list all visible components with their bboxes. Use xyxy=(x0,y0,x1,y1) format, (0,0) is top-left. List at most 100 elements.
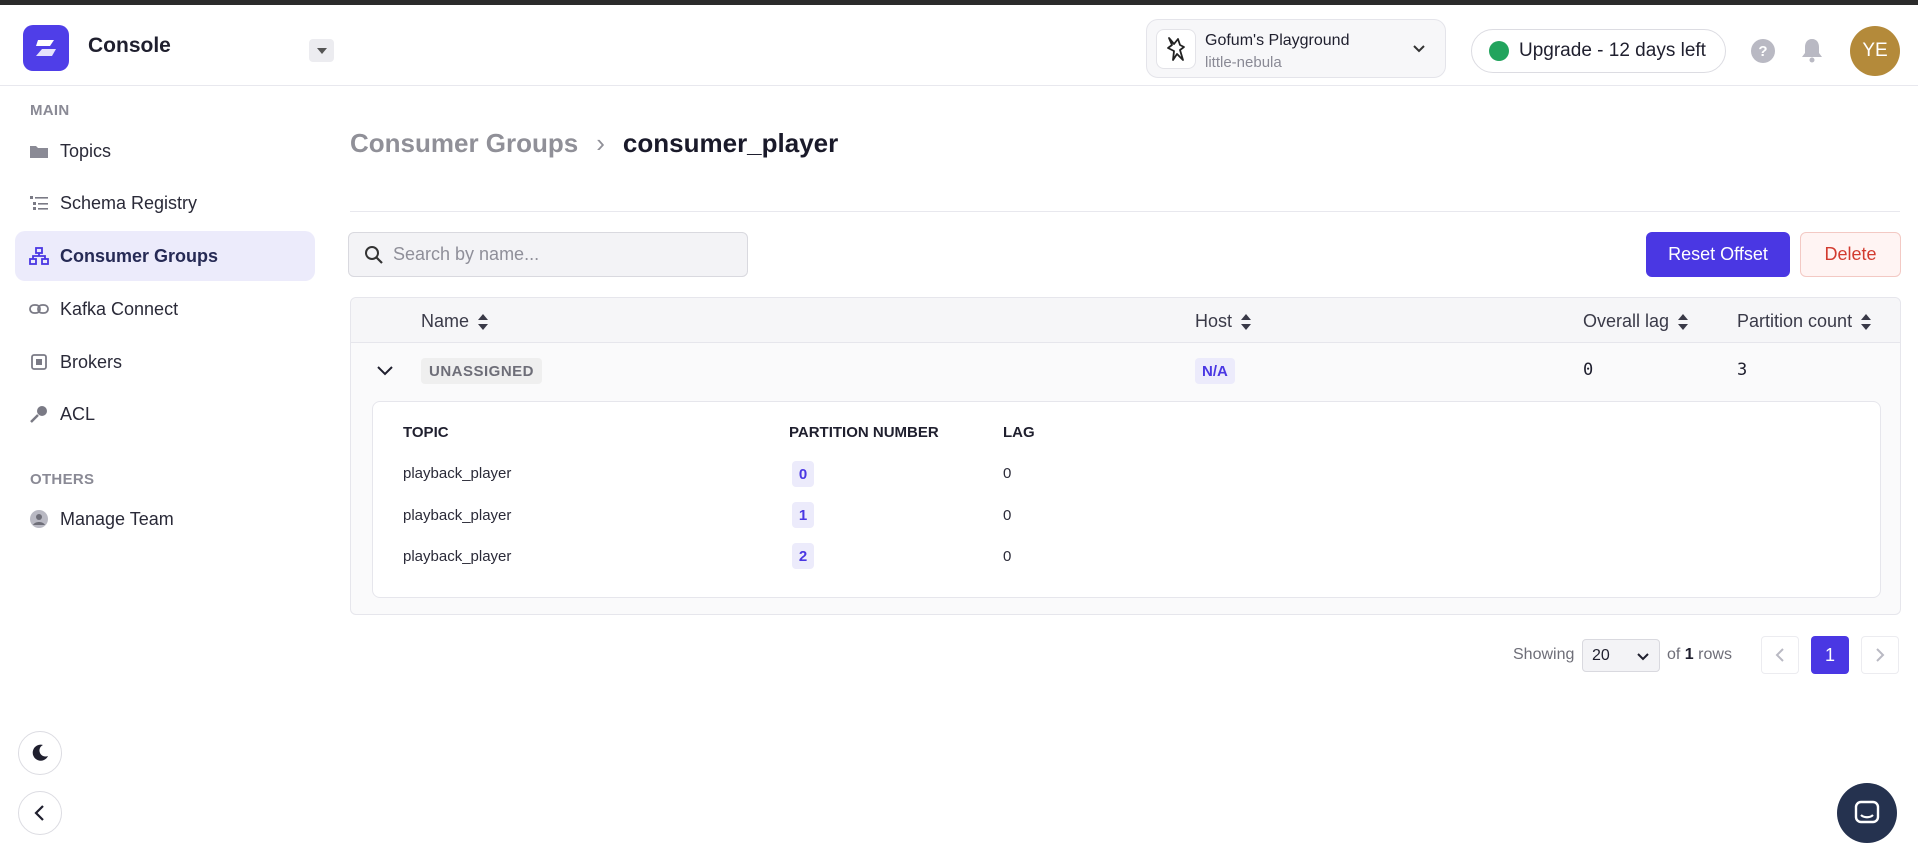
bell-icon[interactable] xyxy=(1800,37,1824,63)
page-size-value: 20 xyxy=(1592,646,1610,664)
delete-button[interactable]: Delete xyxy=(1800,232,1901,277)
detail-header-topic: TOPIC xyxy=(403,424,449,441)
sidebar-item-label: Topics xyxy=(60,140,112,161)
rows-total-label: of 1 rows xyxy=(1667,646,1732,664)
app-logo[interactable] xyxy=(23,25,69,71)
key-icon xyxy=(29,404,49,424)
user-circle-icon xyxy=(29,509,49,529)
workspace-avatar xyxy=(1156,29,1196,69)
partition-count-value: 3 xyxy=(1737,360,1748,380)
sidebar-item-acl[interactable]: ACL xyxy=(15,389,315,439)
detail-lag: 0 xyxy=(1003,507,1012,524)
chip-icon xyxy=(29,352,49,372)
reset-offset-button[interactable]: Reset Offset xyxy=(1646,232,1790,277)
column-label: Overall lag xyxy=(1583,311,1670,331)
partition-badge: 2 xyxy=(792,543,814,569)
column-label: Host xyxy=(1195,311,1233,331)
menu-dropdown-button[interactable] xyxy=(309,39,334,62)
expand-row-chevron-icon[interactable] xyxy=(375,360,395,380)
sidebar-item-topics[interactable]: Topics xyxy=(15,126,315,176)
detail-topic: playback_player xyxy=(403,548,512,565)
of-label: of xyxy=(1667,646,1681,663)
column-label: Name xyxy=(421,311,470,331)
member-name-badge: UNASSIGNED xyxy=(421,358,543,384)
page-size-select[interactable]: 20 xyxy=(1582,639,1660,672)
column-header-overall-lag[interactable]: Overall lag xyxy=(1583,311,1689,332)
page-title: consumer_player xyxy=(622,128,839,158)
sidebar-item-label: Consumer Groups xyxy=(60,245,219,266)
top-header: Console Gofum's Playground little-nebula… xyxy=(0,5,1918,86)
chat-support-button[interactable] xyxy=(1837,783,1897,843)
sort-icon xyxy=(477,313,489,331)
sidebar-item-consumer-groups[interactable]: Consumer Groups xyxy=(15,231,315,281)
app-title: Console xyxy=(88,34,171,57)
sidebar-section-others: OTHERS xyxy=(30,471,95,488)
chevron-right-icon xyxy=(1876,648,1885,662)
sidebar-item-manage-team[interactable]: Manage Team xyxy=(15,494,315,544)
breadcrumb: Consumer Groups › consumer_player xyxy=(350,128,838,159)
wolf-logo-icon xyxy=(1167,37,1185,61)
sidebar-item-label: Manage Team xyxy=(60,508,174,529)
chevron-down-icon xyxy=(1637,653,1649,661)
sidebar-item-label: Kafka Connect xyxy=(60,298,179,319)
column-label: Partition count xyxy=(1737,311,1853,331)
sidebar-item-label: Brokers xyxy=(60,351,123,372)
previous-page-button[interactable] xyxy=(1761,636,1799,674)
status-dot xyxy=(1489,41,1509,61)
total-rows: 1 xyxy=(1684,646,1694,663)
page-button-1[interactable]: 1 xyxy=(1811,636,1849,674)
workspace-selector[interactable]: Gofum's Playground little-nebula xyxy=(1146,19,1446,78)
detail-lag: 0 xyxy=(1003,465,1012,482)
table-header: Name Host Overall lag Partition count xyxy=(351,298,1900,343)
hierarchy-icon xyxy=(29,246,49,266)
next-page-button[interactable] xyxy=(1861,636,1899,674)
sidebar-item-kafka-connect[interactable]: Kafka Connect xyxy=(15,284,315,334)
sidebar-item-schema-registry[interactable]: Schema Registry xyxy=(15,178,315,228)
column-header-host[interactable]: Host xyxy=(1195,311,1252,332)
rows-label: rows xyxy=(1698,646,1732,663)
link-icon xyxy=(29,299,49,319)
detail-topic: playback_player xyxy=(403,465,512,482)
overall-lag-value: 0 xyxy=(1583,360,1594,380)
list-icon xyxy=(29,193,49,213)
search-icon xyxy=(365,246,383,264)
column-header-partition-count[interactable]: Partition count xyxy=(1737,311,1872,332)
divider xyxy=(350,211,1900,212)
sidebar-item-brokers[interactable]: Brokers xyxy=(15,337,315,387)
theme-toggle-button[interactable] xyxy=(18,731,62,775)
consumer-table: Name Host Overall lag Partition count UN… xyxy=(350,297,1901,615)
chevron-down-icon xyxy=(1413,45,1425,53)
workspace-cluster: little-nebula xyxy=(1205,54,1282,71)
folder-icon xyxy=(29,141,49,161)
sidebar: MAIN Topics Schema Registry Consumer Gro… xyxy=(0,86,330,846)
detail-lag: 0 xyxy=(1003,548,1012,565)
caret-down-icon xyxy=(316,47,327,54)
help-icon[interactable]: ? xyxy=(1751,39,1775,63)
detail-topic: playback_player xyxy=(403,507,512,524)
sort-icon xyxy=(1240,313,1252,331)
collapse-sidebar-button[interactable] xyxy=(18,791,62,835)
upgrade-button[interactable]: Upgrade - 12 days left xyxy=(1471,29,1726,73)
sidebar-item-label: ACL xyxy=(60,403,96,424)
sort-icon xyxy=(1860,313,1872,331)
host-badge: N/A xyxy=(1195,358,1235,384)
sort-icon xyxy=(1677,313,1689,331)
column-header-name[interactable]: Name xyxy=(421,311,489,332)
showing-label: Showing xyxy=(1513,646,1575,663)
partition-badge: 0 xyxy=(792,461,814,487)
breadcrumb-parent-link[interactable]: Consumer Groups xyxy=(350,128,578,159)
chevron-left-icon xyxy=(1775,648,1784,662)
upgrade-label: Upgrade - 12 days left xyxy=(1519,40,1706,61)
breadcrumb-separator: › xyxy=(596,128,605,158)
workspace-name: Gofum's Playground xyxy=(1205,32,1350,49)
sidebar-section-main: MAIN xyxy=(30,102,70,119)
detail-header-partition: PARTITION NUMBER xyxy=(789,424,939,441)
chat-icon xyxy=(1854,800,1880,824)
partition-badge: 1 xyxy=(792,502,814,528)
chevron-left-icon xyxy=(34,805,44,821)
search-input[interactable] xyxy=(393,234,733,275)
detail-header-lag: LAG xyxy=(1003,424,1035,441)
moon-icon xyxy=(32,744,48,761)
search-box xyxy=(348,232,748,277)
user-avatar[interactable]: YE xyxy=(1850,26,1900,76)
